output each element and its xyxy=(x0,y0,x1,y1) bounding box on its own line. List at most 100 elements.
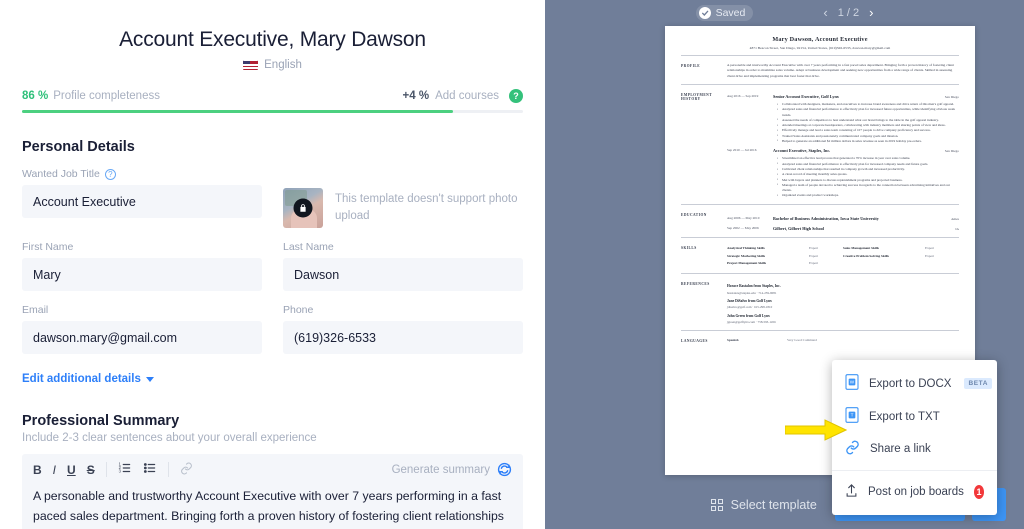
chevron-left-icon[interactable]: ‹ xyxy=(823,5,827,20)
summary-textarea[interactable]: A personable and trustworthy Account Exe… xyxy=(22,485,523,529)
phone-field: Phone (619)326-6533 xyxy=(283,304,523,354)
resume-job-entry: Sep 2010 — Jul 2016 Account Executive, St… xyxy=(727,148,959,198)
email-field: Email dawson.mary@gmail.com xyxy=(22,304,262,354)
menu-item-share-link[interactable]: Share a link xyxy=(832,433,997,465)
summary-rich-text-editor: B I U S 123 Generate summary A personabl… xyxy=(22,454,523,529)
resume-bullet: Managed a team of people devoted to achi… xyxy=(777,182,959,194)
resume-job-location: San Diego xyxy=(944,149,959,154)
resume-skill-item: Project Management Skills Expert xyxy=(727,260,843,267)
resume-language-name: Spanish xyxy=(727,337,739,342)
resume-job-dates: Sep 2010 — Jul 2016 xyxy=(727,148,757,153)
edit-additional-details-link[interactable]: Edit additional details xyxy=(22,373,154,385)
menu-label-post-job-boards: Post on job boards xyxy=(868,486,964,498)
resume-reference-name: Jane DiSalvo from Golf Lynx xyxy=(727,298,772,303)
wanted-job-title-input[interactable]: Account Executive xyxy=(22,185,262,218)
resume-builder-app: Account Executive, Mary Dawson English 8… xyxy=(0,0,1024,529)
generate-summary-label[interactable]: Generate summary xyxy=(392,464,490,476)
resume-job-bullets: Streamlined an effective lead process th… xyxy=(777,156,959,198)
notification-count-badge: 1 xyxy=(973,485,984,499)
underline-button[interactable]: U xyxy=(67,463,76,477)
email-label: Email xyxy=(22,304,49,316)
resume-section-skills-body: Analytical Thinking Skills Expert Sales Ma… xyxy=(727,245,959,267)
resume-reference-item: John Green from Golf Lynx jgreen@golflynx… xyxy=(727,314,959,325)
menu-item-export-docx[interactable]: W Export to DOCX BETA xyxy=(832,367,997,400)
italic-button[interactable]: I xyxy=(53,463,56,477)
beta-badge: BETA xyxy=(964,378,993,389)
resume-section-references-body: Horace Rastalon from Staples, Inc. hrasta… xyxy=(727,281,959,325)
progress-bar xyxy=(22,110,523,113)
menu-label-share-link: Share a link xyxy=(870,443,931,455)
resume-reference-name: Horace Rastalon from Staples, Inc. xyxy=(727,284,781,289)
profile-completeness: 86 % Profile completeness +4 % Add cours… xyxy=(22,89,523,113)
resume-reference-contact: jdisalvo@golf.com · 615-298-1810 xyxy=(727,305,773,310)
resume-edu-dates: Aug 2006 — May 2010 xyxy=(727,215,760,220)
completeness-label: Profile completeness xyxy=(53,90,160,102)
link-icon[interactable] xyxy=(180,462,193,478)
info-icon[interactable]: ? xyxy=(104,168,116,180)
page-indicator: 1 / 2 xyxy=(837,6,860,19)
bonus-percent: +4 % xyxy=(402,90,430,102)
resume-edu-entry: Aug 2006 — May 2010 Bachelor of Business … xyxy=(727,216,959,222)
resume-job-body: Account Executive, Staples, Inc. San Dieg… xyxy=(773,148,959,198)
resume-section-education-body: Aug 2006 — May 2010 Bachelor of Business … xyxy=(727,212,959,233)
chevron-right-icon[interactable]: › xyxy=(869,5,873,20)
resume-edu-dates: Sep 2002 — May 2006 xyxy=(727,225,759,230)
resume-rule xyxy=(681,83,959,85)
resume-skill-name: Sales Management Skills xyxy=(843,246,879,251)
editor-panel: Account Executive, Mary Dawson English 8… xyxy=(0,0,545,529)
resume-job-body: Senior Account Executive, Golf Lynx San D… xyxy=(773,94,959,144)
resume-reference-name: John Green from Golf Lynx xyxy=(727,313,770,318)
first-name-field: First Name Mary xyxy=(22,241,262,291)
menu-item-post-job-boards[interactable]: Post on job boards 1 xyxy=(832,476,997,508)
us-flag-icon xyxy=(243,60,259,70)
resume-edu-body: Bachelor of Business Administration, Iow… xyxy=(773,216,959,222)
resume-section-skills-head: Skills xyxy=(681,246,697,251)
resume-document: Mary Dawson, Account Executive 4871 Beaco… xyxy=(665,26,975,353)
wanted-job-title-label: Wanted Job Title xyxy=(22,168,100,180)
resume-section-profile-body: A personable and trustworthy Account Exe… xyxy=(727,63,959,79)
resume-edu-location: Ames xyxy=(951,216,959,221)
docx-file-icon: W xyxy=(845,374,859,393)
refresh-icon[interactable] xyxy=(497,462,512,477)
edit-additional-details-label: Edit additional details xyxy=(22,373,141,385)
resume-language-level: Very Good Command xyxy=(787,337,817,342)
menu-item-export-txt[interactable]: T Export to TXT xyxy=(832,400,997,433)
resume-reference-item: Horace Rastalon from Staples, Inc. hrasta… xyxy=(727,284,959,295)
cloud-check-icon xyxy=(698,6,711,19)
language-label: English xyxy=(264,59,302,71)
strikethrough-button[interactable]: S xyxy=(87,463,95,477)
resume-rule xyxy=(681,272,959,274)
resume-section-employment-head: Employment History xyxy=(681,92,712,101)
language-selector[interactable]: English xyxy=(0,59,545,71)
ordered-list-icon[interactable]: 123 xyxy=(118,461,132,478)
completeness-percent: 86 % xyxy=(22,90,49,102)
rte-toolbar: B I U S 123 Generate summary xyxy=(22,454,523,485)
phone-input[interactable]: (619)326-6533 xyxy=(283,321,523,354)
wanted-job-title-field: Wanted Job Title ? Account Executive xyxy=(22,168,262,228)
resume-section-education: Education Aug 2006 — May 2010 Bachelor of … xyxy=(681,212,959,233)
add-courses-link[interactable]: Add courses xyxy=(435,90,499,102)
select-template-button[interactable]: Select template xyxy=(710,498,817,512)
resume-job-location: San Diego xyxy=(944,94,959,99)
resume-section-languages-body: Spanish Very Good Command xyxy=(727,338,959,343)
lock-icon xyxy=(293,198,313,218)
resume-job-title: Senior Account Executive, Golf Lynx xyxy=(773,93,839,99)
resume-rule xyxy=(681,55,959,56)
email-input[interactable]: dawson.mary@gmail.com xyxy=(22,321,262,354)
txt-file-icon: T xyxy=(845,407,859,426)
bullet-list-icon[interactable] xyxy=(143,461,157,478)
avatar xyxy=(283,188,323,228)
last-name-input[interactable]: Dawson xyxy=(283,258,523,291)
help-icon[interactable]: ? xyxy=(509,89,523,103)
resume-job-header: Account Executive, Staples, Inc. San Dieg… xyxy=(773,148,959,154)
grid-icon xyxy=(710,498,723,511)
resume-bullet: Organized events and product workshops. xyxy=(777,193,959,198)
toolbar-divider-2 xyxy=(167,462,169,477)
first-name-input[interactable]: Mary xyxy=(22,258,262,291)
page-pager: ‹ 1 / 2 › xyxy=(823,5,873,20)
resume-section-languages: Languages Spanish Very Good Command xyxy=(681,338,959,343)
resume-skill-level: Expert xyxy=(809,261,819,266)
phone-label: Phone xyxy=(283,304,314,316)
resume-edu-body: Gilbert, Gilbert High School IA xyxy=(773,226,959,232)
bold-button[interactable]: B xyxy=(33,463,42,477)
